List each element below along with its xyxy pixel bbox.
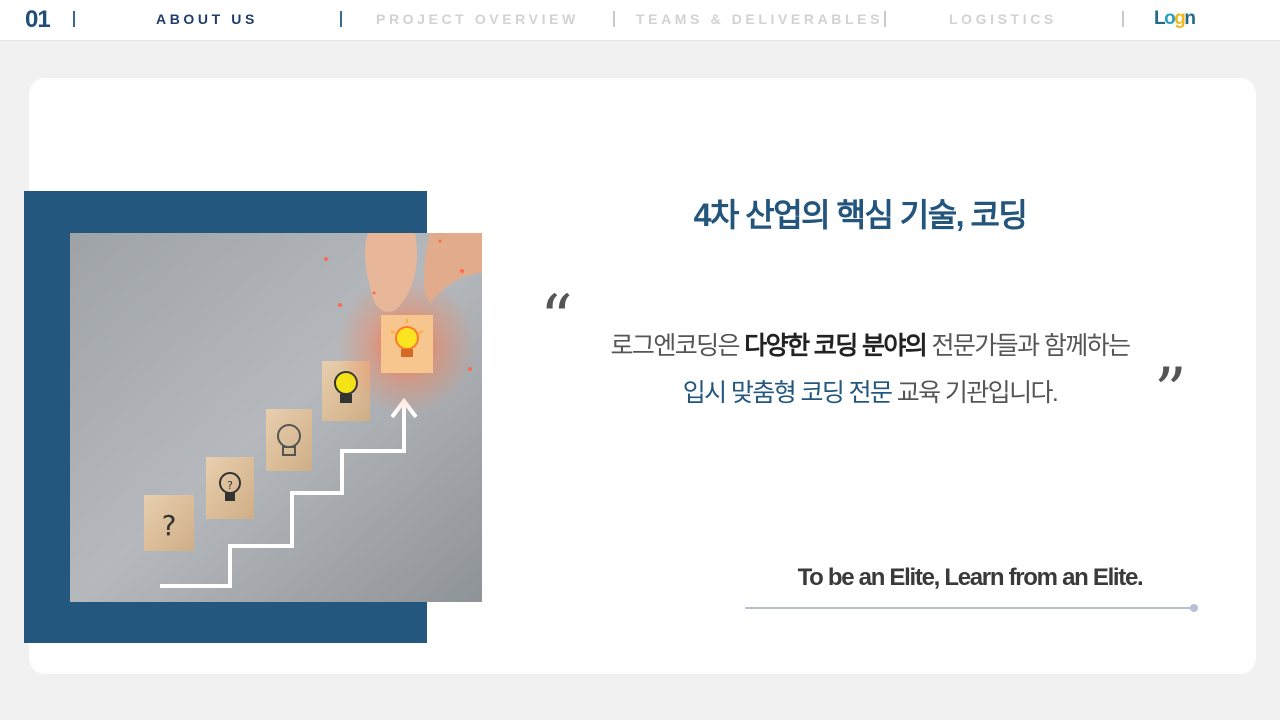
intro-line-1: 로그엔코딩은 다양한 코딩 분야의 전문가들과 함께하는 (560, 326, 1180, 362)
divider-line (745, 607, 1194, 609)
page-number: 01 (25, 6, 51, 33)
nav-item-teams-deliverables[interactable]: TEAMS & DELIVERABLES (636, 11, 883, 27)
headline: 4차 산업의 핵심 기술, 코딩 (693, 197, 1028, 233)
hero-image: ? ? (70, 233, 482, 602)
wood-block (266, 409, 312, 471)
top-nav: 01 ABOUT US PROJECT OVERVIEW TEAMS & DEL… (0, 0, 1280, 41)
nav-divider (340, 11, 342, 27)
slogan: To be an Elite, Learn from an Elite. (797, 564, 1144, 591)
nav-divider (884, 11, 886, 27)
intro-highlight: 입시 맞춤형 코딩 전문 (682, 379, 893, 407)
intro-text: 로그엔코딩은 (610, 332, 745, 360)
nav-divider (613, 11, 615, 27)
block-question-mark: ? (162, 509, 177, 542)
bulb-question-mark: ? (227, 479, 233, 492)
intro-text: 교육 기관입니다. (891, 379, 1059, 407)
nav-item-about-us[interactable]: ABOUT US (156, 11, 258, 27)
intro-emphasis: 다양한 코딩 분야의 (744, 332, 928, 360)
intro-text: 전문가들과 함께하는 (926, 332, 1132, 360)
logo[interactable]: Logn (1154, 8, 1196, 30)
nav-divider (73, 11, 75, 27)
divider-dot (1190, 604, 1198, 612)
close-quote-icon: ” (1154, 355, 1187, 429)
nav-divider (1122, 11, 1124, 27)
nav-item-project-overview[interactable]: PROJECT OVERVIEW (376, 11, 579, 27)
nav-item-logistics[interactable]: LOGISTICS (949, 11, 1057, 27)
intro-line-2: 입시 맞춤형 코딩 전문 교육 기관입니다. (560, 373, 1180, 409)
